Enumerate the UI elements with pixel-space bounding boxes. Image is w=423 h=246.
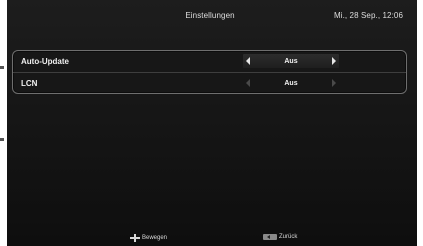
hint-move: Bewegen [130, 234, 167, 242]
edge-marker [0, 138, 4, 141]
dpad-icon [130, 234, 140, 242]
setting-row-auto-update[interactable]: Auto-Update Aus [13, 51, 406, 73]
date-time: Mi., 28 Sep., 12:06 [333, 11, 403, 20]
arrow-right-icon[interactable] [332, 57, 336, 65]
setting-value: Aus [284, 79, 298, 87]
hint-move-label: Bewegen [142, 235, 168, 241]
setting-label: Auto-Update [21, 57, 69, 66]
hint-back: Zurück [263, 234, 297, 240]
back-icon [263, 234, 277, 240]
settings-panel: Auto-Update Aus LCN Aus [12, 50, 407, 94]
edge-marker [0, 66, 4, 69]
footer-hints: Bewegen Zurück [7, 232, 417, 246]
value-selector[interactable]: Aus [243, 76, 339, 90]
header-bar: Einstellungen Mi., 28 Sep., 12:06 [7, 0, 417, 32]
setting-row-lcn[interactable]: LCN Aus [13, 73, 406, 94]
page-title: Einstellungen [185, 11, 235, 20]
setting-value: Aus [284, 57, 298, 65]
value-selector[interactable]: Aus [243, 54, 339, 68]
tv-settings-screen: Einstellungen Mi., 28 Sep., 12:06 Auto-U… [7, 0, 417, 246]
arrow-right-icon[interactable] [332, 79, 336, 87]
setting-label: LCN [21, 79, 38, 88]
hint-back-label: Zurück [279, 234, 298, 240]
arrow-left-icon[interactable] [246, 79, 250, 87]
arrow-left-icon[interactable] [246, 57, 250, 65]
